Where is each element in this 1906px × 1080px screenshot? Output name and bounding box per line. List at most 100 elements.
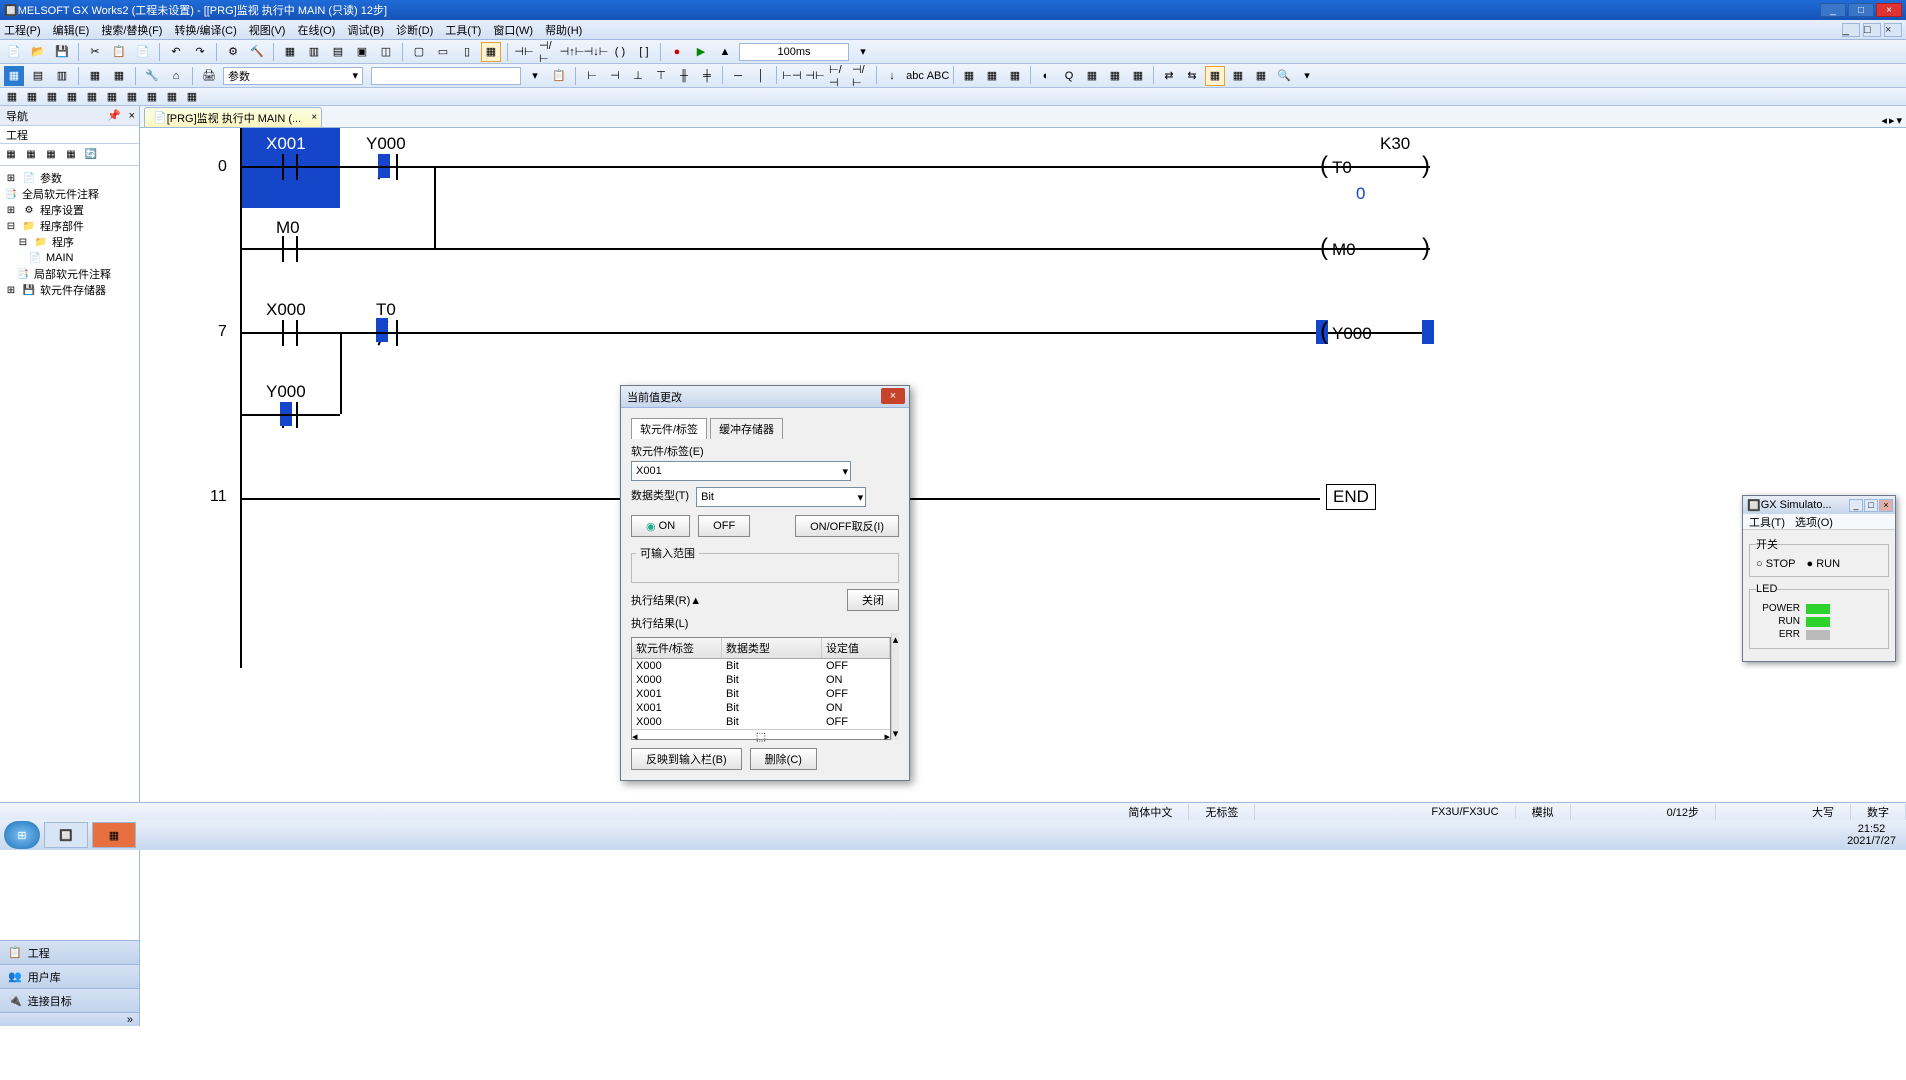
chevron-down-icon[interactable]: ▾ [858, 491, 864, 504]
tree-prog-settings[interactable]: ⊞⚙程序设置 [4, 202, 135, 218]
toggle-button[interactable]: ON/OFF取反(I) [795, 515, 899, 537]
navfoot-expand[interactable]: » [0, 1012, 139, 1026]
build-icon[interactable]: 🔨 [247, 42, 267, 62]
ld-3-icon[interactable]: ⊥ [628, 66, 648, 86]
t3-j-icon[interactable]: ▦ [184, 90, 200, 104]
table-row[interactable]: X000BitOFF [632, 715, 890, 729]
ld-6-icon[interactable]: ╪ [697, 66, 717, 86]
coil-y000[interactable]: Y000 [1320, 322, 1430, 346]
zoom-dd-icon[interactable]: ▾ [853, 42, 873, 62]
ld-30-icon[interactable]: ▾ [1297, 66, 1317, 86]
sim-close-icon[interactable]: × [1879, 499, 1893, 512]
cut-icon[interactable]: ✂ [85, 42, 105, 62]
t2-d-icon[interactable]: ▦ [85, 66, 105, 86]
tool-d-icon[interactable]: ▣ [352, 42, 372, 62]
navfoot-project[interactable]: 📋工程 [0, 940, 139, 964]
open-icon[interactable]: 📂 [28, 42, 48, 62]
ld-4-icon[interactable]: ⊤ [651, 66, 671, 86]
tab-menu-icon[interactable]: ▾ [1896, 114, 1902, 127]
t2-j-icon[interactable]: 📋 [549, 66, 569, 86]
sim-max-icon[interactable]: □ [1864, 499, 1878, 512]
navctrl-d-icon[interactable]: ▦ [64, 148, 78, 162]
navctrl-c-icon[interactable]: ▦ [44, 148, 58, 162]
ld-18-icon[interactable]: ▦ [1005, 66, 1025, 86]
new-icon[interactable]: 📄 [4, 42, 24, 62]
tab-close-icon[interactable]: × [311, 112, 317, 123]
dlg-tab-buffer[interactable]: 缓冲存储器 [710, 418, 783, 439]
t3-g-icon[interactable]: ▦ [124, 90, 140, 104]
taskbar-item-2[interactable]: ▦ [92, 822, 136, 848]
start-button[interactable]: ⊞ [4, 821, 40, 849]
navctrl-b-icon[interactable]: ▦ [24, 148, 38, 162]
t2-g-icon[interactable]: ⌂ [166, 66, 186, 86]
ld-27-icon[interactable]: ▦ [1228, 66, 1248, 86]
t3-a-icon[interactable]: ▦ [4, 90, 20, 104]
navfoot-connect[interactable]: 🔌连接目标 [0, 988, 139, 1012]
rec-icon[interactable]: ● [667, 42, 687, 62]
ld-22-icon[interactable]: ▦ [1105, 66, 1125, 86]
ld-20-icon[interactable]: Q [1059, 66, 1079, 86]
play-icon[interactable]: ▶ [691, 42, 711, 62]
mark-icon[interactable]: ▲ [715, 42, 735, 62]
maximize-button[interactable]: □ [1848, 3, 1874, 17]
tree-device-mem[interactable]: ⊞💾软元件存储器 [4, 282, 135, 298]
menu-project[interactable]: 工程(P) [4, 22, 41, 38]
tool-f-icon[interactable]: ▢ [409, 42, 429, 62]
dlg-tab-device[interactable]: 软元件/标签 [631, 418, 707, 439]
ld-25-icon[interactable]: ⇆ [1182, 66, 1202, 86]
copy-icon[interactable]: 📋 [109, 42, 129, 62]
hdr-device[interactable]: 软元件/标签 [632, 638, 722, 658]
app-inst-icon[interactable]: [ ] [634, 42, 654, 62]
sim-menu-tools[interactable]: 工具(T) [1749, 514, 1785, 530]
table-row[interactable]: X001BitOFF [632, 687, 890, 701]
ld-7-icon[interactable]: ─ [728, 66, 748, 86]
ld-8-icon[interactable]: │ [751, 66, 771, 86]
reflect-button[interactable]: 反映到输入栏(B) [631, 748, 742, 770]
ld-16-icon[interactable]: ▦ [959, 66, 979, 86]
on-button[interactable]: ◉ ON [631, 515, 690, 537]
ld-5-icon[interactable]: ╫ [674, 66, 694, 86]
t3-b-icon[interactable]: ▦ [24, 90, 40, 104]
tool-e-icon[interactable]: ◫ [376, 42, 396, 62]
ld-26-icon[interactable]: ▦ [1205, 66, 1225, 86]
tool-h-icon[interactable]: ▯ [457, 42, 477, 62]
t2-combo[interactable]: 参数▾ [223, 67, 363, 85]
nav-close-icon[interactable]: × [129, 110, 135, 122]
ld-21-icon[interactable]: ▦ [1082, 66, 1102, 86]
t3-i-icon[interactable]: ▦ [164, 90, 180, 104]
contact-no-icon[interactable]: ⊣⊢ [514, 42, 534, 62]
ld-29-icon[interactable]: 🔍 [1274, 66, 1294, 86]
vscroll[interactable]: ▴▾ [891, 633, 899, 740]
table-row[interactable]: X001BitON [632, 701, 890, 715]
ld-11-icon[interactable]: ⊢/⊣ [828, 66, 848, 86]
hdr-type[interactable]: 数据类型 [722, 638, 822, 658]
menu-tools[interactable]: 工具(T) [445, 22, 481, 38]
menu-edit[interactable]: 编辑(E) [53, 22, 90, 38]
child-maximize[interactable]: □ [1863, 23, 1881, 37]
sim-min-icon[interactable]: _ [1849, 499, 1863, 512]
tool-b-icon[interactable]: ▥ [304, 42, 324, 62]
ld-24-icon[interactable]: ⇄ [1159, 66, 1179, 86]
t2-a-icon[interactable]: ▦ [4, 66, 24, 86]
ld-9-icon[interactable]: ⊢⊣ [782, 66, 802, 86]
ld-15-icon[interactable]: ABC [928, 66, 948, 86]
delete-button[interactable]: 删除(C) [750, 748, 817, 770]
tree-main[interactable]: 📄MAIN [28, 250, 135, 266]
sim-titlebar[interactable]: 🔲 GX Simulato... _ □ × [1743, 496, 1895, 514]
ladder-canvas[interactable]: 0 X001 Y000 K30 T0 0 M0 M0 7 X000 T0 [140, 128, 1906, 1026]
tool-a-icon[interactable]: ▦ [280, 42, 300, 62]
coil-icon[interactable]: ( ) [610, 42, 630, 62]
undo-icon[interactable]: ↶ [166, 42, 186, 62]
chevron-down-icon[interactable]: ▾ [842, 465, 848, 478]
systray-clock[interactable]: 21:52 2021/7/27 [1847, 823, 1902, 847]
ld-13-icon[interactable]: ↓ [882, 66, 902, 86]
sim-run-radio[interactable]: ● RUN [1807, 558, 1841, 570]
t3-c-icon[interactable]: ▦ [44, 90, 60, 104]
menu-debug[interactable]: 调试(B) [347, 22, 384, 38]
t3-e-icon[interactable]: ▦ [84, 90, 100, 104]
ld-23-icon[interactable]: ▦ [1128, 66, 1148, 86]
navctrl-a-icon[interactable]: ▦ [4, 148, 18, 162]
contact-p-icon[interactable]: ⊣↑⊢ [562, 42, 582, 62]
paste-icon[interactable]: 📄 [133, 42, 153, 62]
sim-menu-options[interactable]: 选项(O) [1795, 514, 1833, 530]
